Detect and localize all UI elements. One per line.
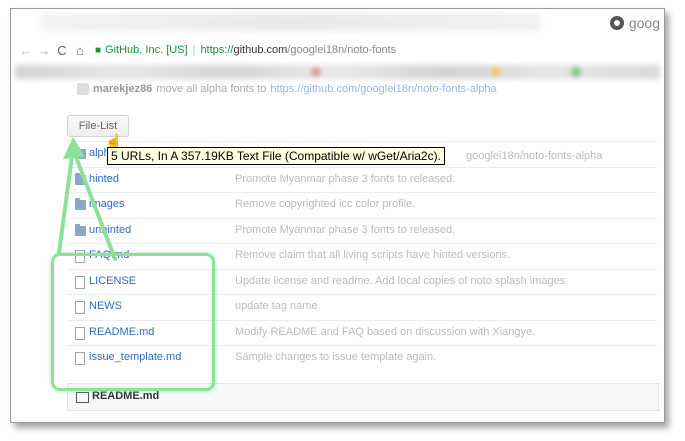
- arrow-line: [57, 147, 75, 255]
- arrow-head: [63, 137, 85, 159]
- arrow-annotation: [57, 137, 117, 261]
- browser-window: goog ← → C ⌂ ■ GitHub, Inc. [US] | https…: [10, 8, 665, 423]
- tooltip: 5 URLs, In A 357.19KB Text File (Compati…: [107, 147, 445, 165]
- tooltip-text: 5 URLs, In A 357.19KB Text File (Compati…: [111, 149, 441, 163]
- arrow-line: [71, 147, 117, 261]
